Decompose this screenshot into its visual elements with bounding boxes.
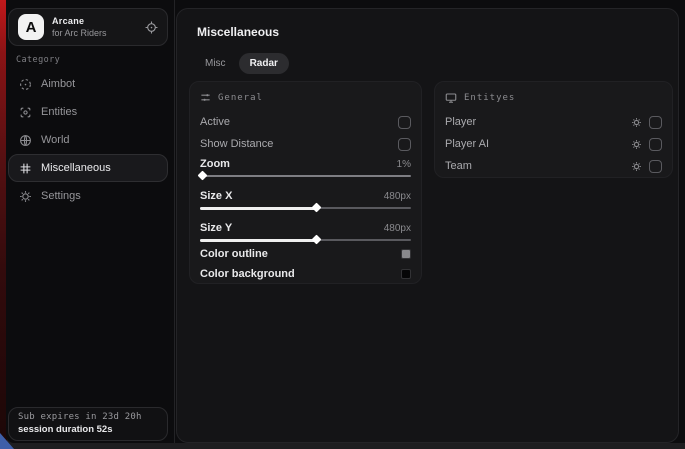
grid-icon <box>19 162 32 175</box>
tab-bar: Misc Radar <box>194 53 289 74</box>
player-ai-gear-icon[interactable] <box>631 139 642 150</box>
size-x-value: 480px <box>384 191 411 202</box>
size-y-slider-fill <box>200 239 316 242</box>
sidebar-item-miscellaneous[interactable]: Miscellaneous <box>8 154 168 182</box>
player-gear-icon[interactable] <box>631 117 642 128</box>
row-size-y: Size Y 480px <box>200 220 411 236</box>
subscription-card: Sub expires in 23d 20h session duration … <box>8 407 168 441</box>
size-y-value: 480px <box>384 223 411 234</box>
show-distance-label: Show Distance <box>200 138 273 150</box>
brand-text: Arcane for Arc Riders <box>52 16 145 38</box>
app-subtitle: for Arc Riders <box>52 28 145 38</box>
player-label: Player <box>445 116 476 128</box>
crosshair-icon <box>19 78 32 91</box>
team-gear-icon[interactable] <box>631 161 642 172</box>
sidebar-item-settings[interactable]: Settings <box>8 182 168 210</box>
color-outline-swatch[interactable] <box>401 249 411 259</box>
size-y-label: Size Y <box>200 222 232 234</box>
zoom-slider-track <box>200 175 411 177</box>
row-team: Team <box>445 158 662 174</box>
row-show-distance: Show Distance <box>200 136 411 152</box>
sidebar-item-label: Aimbot <box>41 78 75 90</box>
active-checkbox[interactable] <box>398 116 411 129</box>
row-color-outline: Color outline <box>200 246 411 262</box>
row-active: Active <box>200 114 411 130</box>
app-logo: A <box>18 14 44 40</box>
target-icon[interactable] <box>145 21 158 34</box>
tab-radar[interactable]: Radar <box>239 53 289 74</box>
zoom-value: 1% <box>397 159 411 170</box>
zoom-slider[interactable] <box>200 172 411 180</box>
globe-icon <box>19 134 32 147</box>
size-y-slider[interactable] <box>200 236 411 244</box>
zoom-label: Zoom <box>200 158 230 170</box>
size-x-label: Size X <box>200 190 232 202</box>
sidebar-item-label: Entities <box>41 106 77 118</box>
panel-general: General Active Show Distance Zoom 1% Siz… <box>189 81 422 284</box>
active-label: Active <box>200 116 230 128</box>
panel-entities: Entityes Player Player AI <box>434 81 673 178</box>
tab-misc[interactable]: Misc <box>194 53 237 74</box>
sidebar: A Arcane for Arc Riders Category <box>6 0 175 443</box>
sub-expires-text: Sub expires in 23d 20h <box>18 412 158 422</box>
player-ai-checkbox[interactable] <box>649 138 662 151</box>
show-distance-checkbox[interactable] <box>398 138 411 151</box>
row-color-background: Color background <box>200 266 411 282</box>
player-checkbox[interactable] <box>649 116 662 129</box>
sidebar-item-label: World <box>41 134 70 146</box>
sidebar-item-world[interactable]: World <box>8 126 168 154</box>
brand-card: A Arcane for Arc Riders <box>8 8 168 46</box>
zoom-slider-thumb[interactable] <box>198 171 208 181</box>
scan-box-icon <box>19 106 32 119</box>
panel-entities-header: Entityes <box>445 92 515 104</box>
sidebar-item-label: Miscellaneous <box>41 162 111 174</box>
size-x-slider-thumb[interactable] <box>312 203 322 213</box>
main-content: Miscellaneous Misc Radar General Active <box>176 8 679 443</box>
sliders-icon <box>200 92 211 103</box>
panel-general-title: General <box>218 93 263 103</box>
size-x-slider-fill <box>200 207 316 210</box>
row-size-x: Size X 480px <box>200 188 411 204</box>
size-y-slider-thumb[interactable] <box>312 235 322 245</box>
sidebar-item-aimbot[interactable]: Aimbot <box>8 70 168 98</box>
color-background-label: Color background <box>200 268 295 280</box>
page-title: Miscellaneous <box>197 25 279 39</box>
app-name: Arcane <box>52 16 145 26</box>
row-player: Player <box>445 114 662 130</box>
team-checkbox[interactable] <box>649 160 662 173</box>
row-player-ai: Player AI <box>445 136 662 152</box>
sidebar-item-label: Settings <box>41 190 81 202</box>
row-zoom: Zoom 1% <box>200 156 411 172</box>
category-label: Category <box>16 55 60 65</box>
player-ai-label: Player AI <box>445 138 489 150</box>
monitor-icon <box>445 92 457 104</box>
app-window: A Arcane for Arc Riders Category <box>6 0 685 443</box>
sidebar-nav: Aimbot Entities World <box>8 70 168 210</box>
panel-general-header: General <box>200 92 263 103</box>
color-outline-label: Color outline <box>200 248 268 260</box>
team-label: Team <box>445 160 472 172</box>
panel-entities-title: Entityes <box>464 93 515 103</box>
color-background-swatch[interactable] <box>401 269 411 279</box>
size-x-slider[interactable] <box>200 204 411 212</box>
sidebar-item-entities[interactable]: Entities <box>8 98 168 126</box>
gear-icon <box>19 190 32 203</box>
session-duration-text: session duration 52s <box>18 424 158 435</box>
